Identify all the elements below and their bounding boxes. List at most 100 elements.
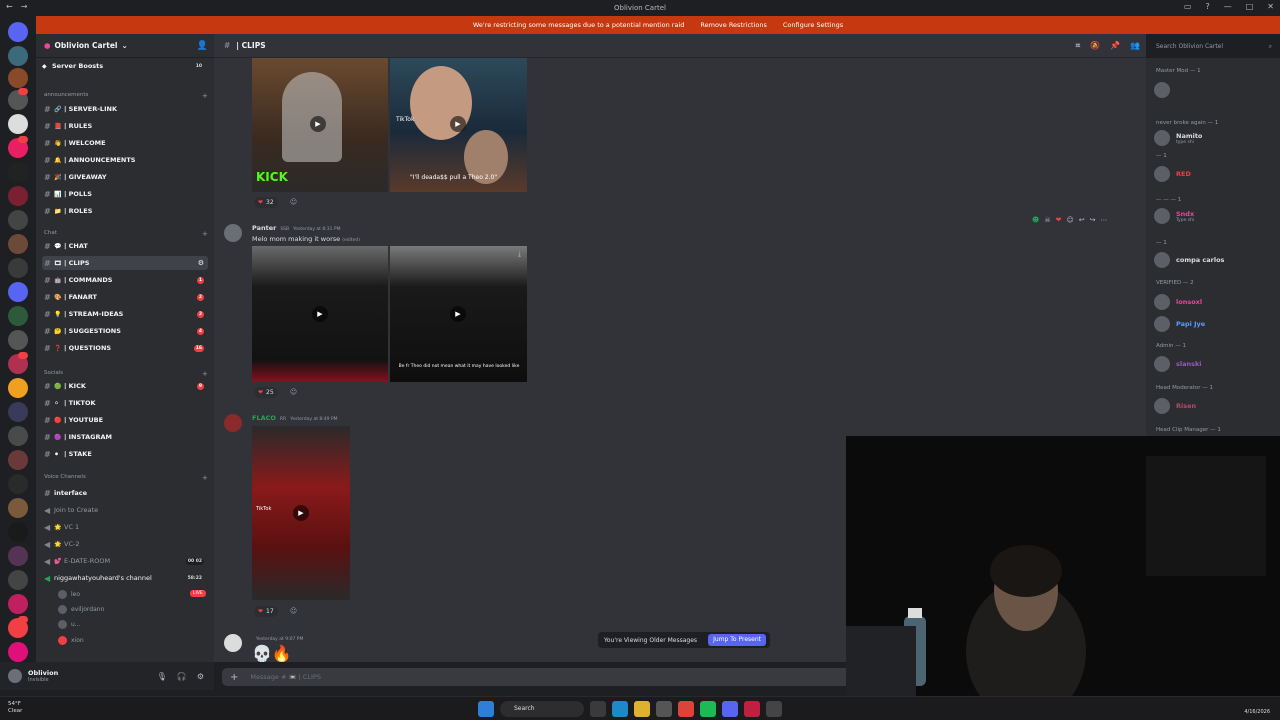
member-item[interactable]: Namito type shi	[1154, 130, 1202, 146]
avatar[interactable]	[224, 634, 242, 652]
gear-icon[interactable]: ⚙	[197, 672, 204, 681]
remove-restrictions-link[interactable]: Remove Restrictions	[700, 21, 767, 29]
spotify-icon[interactable]	[700, 701, 716, 717]
server-icon[interactable]	[8, 186, 28, 206]
category-socials[interactable]: Socials +	[44, 370, 208, 378]
server-icon[interactable]	[8, 522, 28, 542]
member-list-icon[interactable]: 👥	[1130, 41, 1140, 51]
add-reaction-icon[interactable]: ☺	[288, 606, 299, 617]
channel-item[interactable]: # 🎨 | FANART 2	[42, 290, 208, 304]
threads-icon[interactable]: ⌗	[1076, 41, 1081, 51]
play-icon[interactable]: ▶	[450, 306, 466, 322]
download-icon[interactable]: ⤓	[518, 250, 521, 259]
reaction-heart[interactable]: ❤ 25	[254, 387, 278, 398]
inbox-icon[interactable]: ▭	[1184, 2, 1192, 11]
channel-item[interactable]: # 🔴 | YOUTUBE	[42, 413, 208, 427]
member-item[interactable]	[1154, 82, 1176, 98]
server-icon[interactable]	[8, 46, 28, 66]
server-icon[interactable]	[8, 378, 28, 398]
settings-icon[interactable]: ⚙	[198, 259, 204, 267]
voice-channel-vc1[interactable]: ◀ 🌟 VC 1	[42, 520, 208, 534]
channel-item[interactable]: # 🟣 | INSTAGRAM	[42, 430, 208, 444]
close-icon[interactable]: ✕	[1267, 2, 1274, 11]
channel-item[interactable]: # 🔗 | SERVER-LINK	[42, 102, 208, 116]
server-boosts-item[interactable]: ◆ Server Boosts 10	[42, 59, 208, 73]
member-item[interactable]: compa carlos	[1154, 252, 1224, 268]
file-explorer-icon[interactable]	[634, 701, 650, 717]
avatar[interactable]	[224, 414, 242, 432]
member-item[interactable]: lonsoxl	[1154, 294, 1202, 310]
server-icon[interactable]	[8, 450, 28, 470]
message-author[interactable]: Yesterday at 9:07 PM	[252, 634, 303, 642]
server-header[interactable]: ● Oblivion Cartel ⌄ 👤	[36, 34, 214, 58]
voice-channel-edate[interactable]: ◀ 💕 E-DATE-ROOM 00 02	[42, 554, 208, 568]
member-item[interactable]: Papi Jye	[1154, 316, 1205, 332]
add-reaction-icon[interactable]: ☺	[288, 387, 299, 398]
add-channel-icon[interactable]: +	[202, 370, 208, 378]
video-attachment[interactable]: Be fr Theo did not mean what it may have…	[390, 246, 527, 382]
play-icon[interactable]: ▶	[310, 116, 326, 132]
add-reaction-icon[interactable]: ☺	[1066, 216, 1073, 224]
settings-icon[interactable]	[766, 701, 782, 717]
server-icon[interactable]	[8, 258, 28, 278]
channel-item[interactable]: # 💬 | CHAT	[42, 239, 208, 253]
server-icon[interactable]	[8, 402, 28, 422]
server-icon[interactable]	[8, 426, 28, 446]
channel-item[interactable]: # 🤔 | SUGGESTIONS 4	[42, 324, 208, 338]
reaction-heart[interactable]: ❤ 17	[254, 606, 278, 617]
server-icon[interactable]	[8, 546, 28, 566]
weather-widget[interactable]: 54°F Clear	[8, 701, 22, 715]
voice-channel-vc2[interactable]: ◀ 🌟 VC-2	[42, 537, 208, 551]
channel-item[interactable]: # ⚪ | TIKTOK	[42, 396, 208, 410]
direct-messages-icon[interactable]	[8, 22, 28, 42]
server-icon[interactable]	[8, 210, 28, 230]
store-icon[interactable]	[656, 701, 672, 717]
server-icon[interactable]	[8, 570, 28, 590]
play-icon[interactable]: ▶	[450, 116, 466, 132]
search-input[interactable]: Search Oblivion Cartel ⌕	[1152, 40, 1276, 53]
message-author[interactable]: FLACO RR Yesterday at 8:49 PM	[252, 414, 338, 422]
heart-reaction-icon[interactable]: ❤	[1056, 216, 1062, 224]
headphones-icon[interactable]: 🎧	[177, 672, 187, 681]
edge-icon[interactable]	[612, 701, 628, 717]
channel-item[interactable]: # 💡 | STREAM-IDEAS 2	[42, 307, 208, 321]
channel-item[interactable]: # ❓ | QUESTIONS 16	[42, 341, 208, 355]
voice-user[interactable]: leo	[58, 590, 80, 599]
video-attachment[interactable]: ▶	[252, 246, 388, 382]
member-item[interactable]: Risen	[1154, 398, 1196, 414]
server-icon[interactable]	[8, 306, 28, 326]
pin-icon[interactable]: 📌	[1110, 41, 1120, 51]
voice-channel-join[interactable]: ◀ Join to Create	[42, 503, 208, 517]
channel-item[interactable]: # 👋 | WELCOME	[42, 136, 208, 150]
discord-icon[interactable]	[722, 701, 738, 717]
avatar[interactable]	[224, 224, 242, 242]
member-item[interactable]: RED	[1154, 166, 1191, 182]
server-icon[interactable]	[8, 114, 28, 134]
channel-item[interactable]: # 🎉 | GIVEAWAY	[42, 170, 208, 184]
forward-icon[interactable]: →	[21, 2, 28, 11]
server-icon[interactable]	[8, 330, 28, 350]
maximize-icon[interactable]: □	[1246, 2, 1254, 11]
category-announcements[interactable]: announcements +	[44, 92, 208, 100]
category-chat[interactable]: Chat +	[44, 230, 208, 238]
add-channel-icon[interactable]: +	[202, 230, 208, 238]
configure-settings-link[interactable]: Configure Settings	[783, 21, 843, 29]
channel-item[interactable]: # 🔔 | ANNOUNCEMENTS	[42, 153, 208, 167]
add-channel-icon[interactable]: +	[202, 92, 208, 100]
clock-date[interactable]: 4/16/2026	[1244, 709, 1270, 715]
back-icon[interactable]: ←	[6, 2, 13, 11]
play-icon[interactable]: ▶	[293, 505, 309, 521]
windows-start-icon[interactable]	[478, 701, 494, 717]
server-icon[interactable]	[8, 594, 28, 614]
notifications-icon[interactable]: 🔕	[1090, 41, 1100, 51]
server-icon[interactable]	[8, 642, 28, 662]
server-icon[interactable]	[8, 474, 28, 494]
add-member-icon[interactable]: 👤	[197, 41, 208, 51]
video-attachment[interactable]: TikTok ▶	[252, 426, 350, 600]
server-icon[interactable]	[8, 498, 28, 518]
channel-item[interactable]: # 📕 | RULES	[42, 119, 208, 133]
voice-user[interactable]: xion	[58, 636, 84, 645]
voice-channel-live[interactable]: ◀ niggawhatyouheard's channel 58:22	[42, 571, 208, 585]
app-icon[interactable]	[744, 701, 760, 717]
task-view-icon[interactable]	[590, 701, 606, 717]
